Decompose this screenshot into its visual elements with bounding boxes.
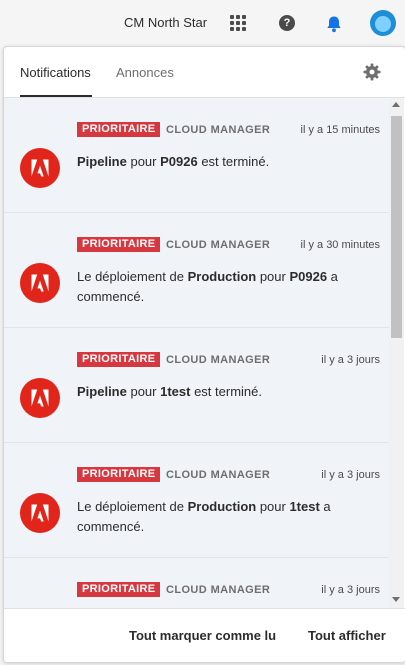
message-fragment: pour [256, 499, 290, 514]
message-fragment: Pipeline [77, 384, 127, 399]
message-fragment: P0926 [289, 269, 328, 284]
panel-footer: Tout marquer comme lu Tout afficher [4, 608, 405, 662]
scroll-down-arrow-icon[interactable] [392, 597, 400, 602]
apps-grid-icon[interactable] [230, 15, 246, 31]
notification-time: il y a 15 minutes [300, 124, 380, 136]
message-fragment: 1test [160, 384, 191, 399]
notification-source: CLOUD MANAGER [166, 469, 271, 481]
priority-badge: PRIORITAIRE [77, 237, 161, 252]
adobe-logo-icon [20, 378, 60, 418]
notification-list[interactable]: PRIORITAIRE CLOUD MANAGER il y a 15 minu… [4, 98, 389, 608]
notification-message: Pipeline pour P0926 est terminé. [77, 152, 367, 172]
adobe-logo-icon [20, 263, 60, 303]
notification-item[interactable]: PRIORITAIRE CLOUD MANAGER il y a 3 jours… [4, 328, 389, 443]
notification-message: Pipeline pour 1test est terminé. [77, 382, 367, 402]
message-fragment: 1test [289, 499, 320, 514]
user-avatar[interactable] [370, 10, 396, 36]
notification-item[interactable]: PRIORITAIRE CLOUD MANAGER il y a 15 minu… [4, 98, 389, 213]
notification-source: CLOUD MANAGER [166, 584, 271, 596]
notifications-panel: Notifications Annonces PRIORITAIRE CLOUD… [3, 46, 405, 663]
priority-badge: PRIORITAIRE [77, 122, 161, 137]
mark-all-read-button[interactable]: Tout marquer comme lu [129, 628, 276, 643]
priority-badge: PRIORITAIRE [77, 352, 161, 367]
message-fragment: Le déploiement de [77, 269, 188, 284]
tab-notifications[interactable]: Notifications [20, 65, 91, 80]
message-fragment: P0926 [160, 154, 198, 169]
notification-item[interactable]: PRIORITAIRE CLOUD MANAGER il y a 30 minu… [4, 213, 389, 328]
scroll-thumb[interactable] [391, 116, 402, 338]
priority-badge: PRIORITAIRE [77, 467, 161, 482]
notification-source: CLOUD MANAGER [166, 124, 271, 136]
bell-icon[interactable] [324, 14, 344, 34]
adobe-logo-icon [20, 148, 60, 188]
tab-annonces[interactable]: Annonces [116, 65, 174, 80]
help-icon[interactable]: ? [279, 15, 295, 31]
notification-item[interactable]: PRIORITAIRE CLOUD MANAGER il y a 3 jours… [4, 443, 389, 558]
message-fragment: Production [187, 499, 257, 514]
notification-time: il y a 30 minutes [300, 239, 380, 251]
notification-source: CLOUD MANAGER [166, 239, 271, 251]
message-fragment: pour [126, 384, 161, 399]
message-fragment: Le déploiement de [77, 499, 188, 514]
message-fragment: Pipeline [77, 154, 127, 169]
notification-message: Le déploiement de Production pour 1test … [77, 497, 367, 537]
gear-icon[interactable] [363, 63, 381, 81]
priority-badge: PRIORITAIRE [77, 582, 161, 597]
show-all-button[interactable]: Tout afficher [308, 628, 386, 643]
message-fragment: est terminé. [190, 384, 262, 399]
adobe-logo-icon [20, 493, 60, 533]
notification-item[interactable]: PRIORITAIRE CLOUD MANAGER il y a 3 jours [4, 558, 389, 608]
notification-time: il y a 3 jours [321, 584, 380, 596]
active-tab-indicator [20, 95, 92, 97]
scroll-up-arrow-icon[interactable] [392, 102, 400, 107]
notification-time: il y a 3 jours [321, 354, 380, 366]
top-bar: CM North Star ? [0, 0, 405, 46]
scrollbar[interactable] [389, 98, 404, 608]
notification-message: Le déploiement de Production pour P0926 … [77, 267, 367, 307]
notification-source: CLOUD MANAGER [166, 354, 271, 366]
message-fragment: Production [187, 269, 257, 284]
notification-time: il y a 3 jours [321, 469, 380, 481]
message-fragment: est terminé. [197, 154, 270, 169]
message-fragment: pour [256, 269, 290, 284]
panel-tabs: Notifications Annonces [4, 47, 405, 98]
org-switcher[interactable]: CM North Star [124, 15, 207, 30]
message-fragment: pour [126, 154, 161, 169]
